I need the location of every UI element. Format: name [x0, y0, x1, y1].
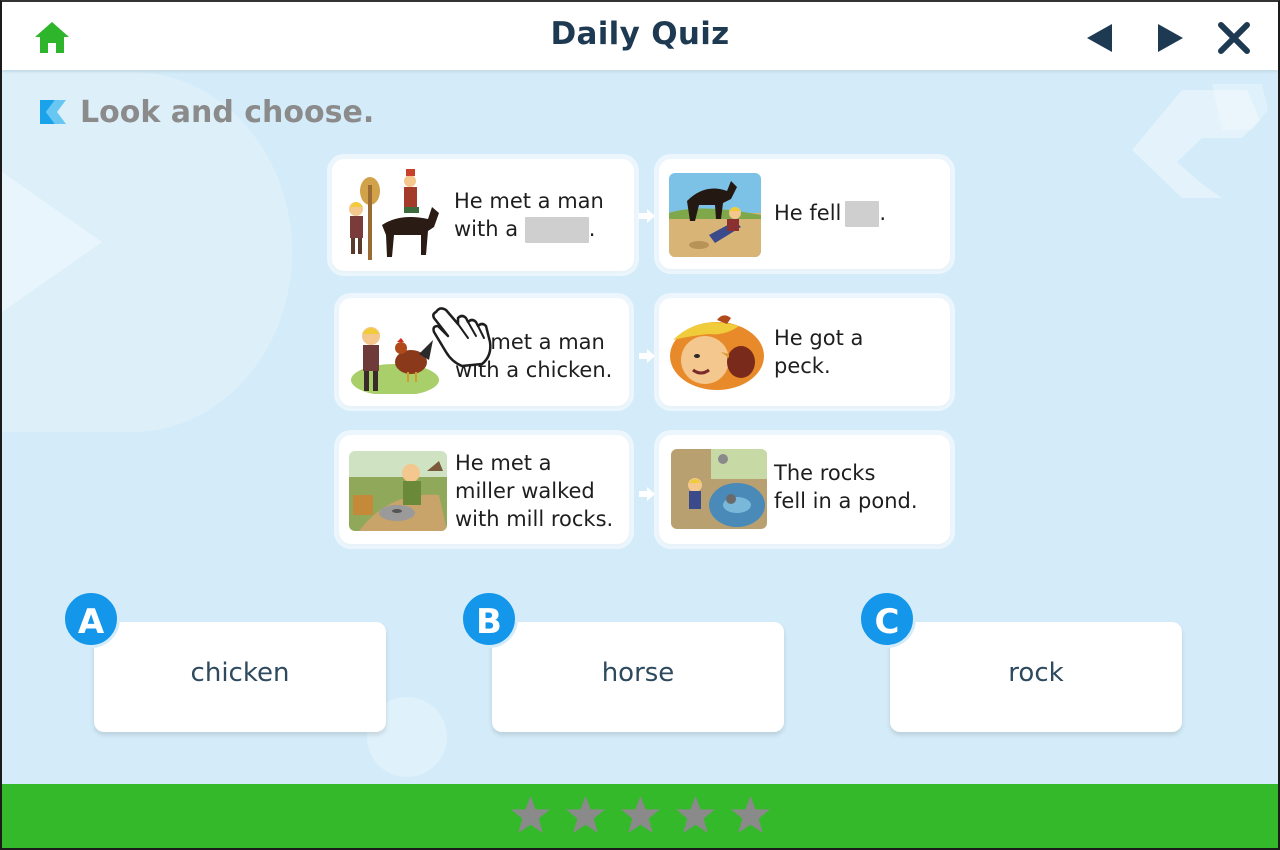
star-icon: [730, 796, 770, 833]
story-card-row3-right: The rocks fell in a pond.: [659, 435, 950, 544]
close-icon: [1218, 22, 1250, 54]
option-c-button[interactable]: rock: [890, 622, 1182, 732]
option-c-label: rock: [1008, 658, 1064, 688]
progress-bar: [2, 784, 1278, 848]
story-text-line: peck.: [774, 354, 831, 378]
option-a-label: chicken: [190, 658, 290, 688]
progress-stars: [2, 794, 1278, 835]
story-text-segment: .: [879, 201, 887, 225]
top-bar: Daily Quiz: [2, 2, 1278, 70]
story-card-row1-left: He met a man with a .: [332, 159, 634, 271]
star-icon: [510, 796, 550, 833]
option-b-label: horse: [601, 658, 675, 688]
story-text-line: fell in a pond.: [774, 489, 918, 513]
story-text-line: with mill rocks.: [455, 507, 614, 531]
option-b-button[interactable]: horse: [492, 622, 784, 732]
story-text-line: miller walked: [455, 479, 595, 503]
story-text-line: He met a man: [454, 189, 604, 213]
star-icon: [565, 796, 605, 833]
star-icon: [620, 796, 660, 833]
option-c-badge: C: [858, 590, 916, 648]
story-text-line: He met a: [455, 451, 552, 475]
story-card-row3-left: He met a miller walked with mill rocks.: [339, 435, 629, 544]
story-card-row2-right: He got a peck.: [659, 298, 950, 406]
story-text-line: The rocks: [774, 461, 876, 485]
triangle-left-icon: [1087, 24, 1112, 52]
quiz-window: Daily Quiz Look and choose. He met a man…: [0, 0, 1280, 850]
option-b-badge: B: [460, 590, 518, 648]
man-with-horse-illustration: [342, 165, 442, 265]
previous-button[interactable]: [1082, 20, 1118, 56]
arrow-right-icon: [639, 487, 655, 501]
instruction-text: Look and choose.: [80, 94, 375, 130]
rocks-falling-in-pond-illustration: [671, 449, 767, 529]
miller-with-mill-rocks-illustration: [349, 451, 447, 531]
next-button[interactable]: [1152, 20, 1188, 56]
story-text-segment: He fell: [774, 201, 842, 225]
star-icon: [675, 796, 715, 833]
hand-pointer-icon: [432, 307, 492, 368]
close-button[interactable]: [1216, 20, 1252, 56]
arrow-right-icon: [639, 349, 655, 363]
background-chevron-decoration: [1132, 84, 1268, 198]
instruction: Look and choose.: [38, 92, 374, 132]
answer-blank: [845, 201, 880, 227]
triangle-right-icon: [1158, 24, 1183, 52]
story-text-segment: with a: [454, 217, 519, 241]
man-falling-from-horse-illustration: [669, 173, 761, 257]
answer-blank: [524, 217, 589, 243]
story-text-segment: .: [588, 217, 596, 241]
arrow-right-icon: [639, 209, 655, 223]
k-bookmark-icon: [40, 100, 66, 124]
story-text-line: He got a: [774, 326, 864, 350]
option-a-button[interactable]: chicken: [94, 622, 386, 732]
story-card-row1-right: He fell.: [659, 159, 950, 269]
man-with-chicken-illustration: [349, 310, 439, 394]
chicken-pecking-man-illustration: [669, 310, 765, 394]
option-a-badge: A: [62, 590, 120, 648]
